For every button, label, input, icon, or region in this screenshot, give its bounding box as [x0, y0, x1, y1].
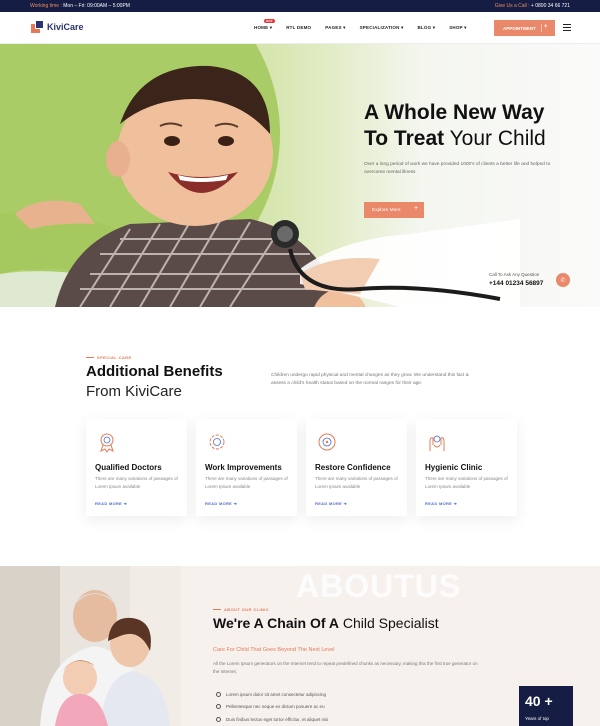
years-badge: 40 + Years of top [519, 686, 573, 726]
about-subtitle: Care For Child That Goes Beyond The Next… [213, 647, 335, 653]
plus-icon: + [544, 24, 548, 30]
site-header: KiviCare HOME ▾ HOT RTL DEMO PAGES ▾ SPE… [0, 12, 600, 44]
card-text: There are many variations of passages of… [315, 476, 398, 489]
years-number: 40 + [525, 693, 553, 709]
call-label: Give Us a Call : [494, 3, 530, 9]
benefit-card: Hygienic Clinic There are many variation… [416, 419, 517, 516]
about-kicker: ABOUT OUR CLINIC [213, 607, 269, 612]
benefits-subtitle: From KiviCare [86, 383, 182, 400]
gear-improvement-icon [209, 434, 225, 450]
bullet-icon [216, 716, 221, 722]
call-number-link[interactable]: + 0800 34 66 721 [531, 3, 570, 9]
hot-badge: HOT [264, 19, 275, 23]
card-title: Hygienic Clinic [425, 463, 483, 472]
hero-call-label: Call To Ask Any Question [489, 272, 540, 277]
working-time-value: Mon – Fri: 09:00AM – 5:00PM [63, 3, 130, 9]
top-info-bar: Working time : Mon – Fri: 09:00AM – 5:00… [0, 0, 600, 12]
hero-call-number[interactable]: +144 01234 56897 [489, 280, 543, 287]
explore-more-button[interactable]: Explore More + [364, 202, 424, 218]
doctor-badge-icon [100, 433, 114, 453]
card-title: Qualified Doctors [95, 463, 162, 472]
card-title: Work Improvements [205, 463, 282, 472]
logo[interactable]: KiviCare [31, 20, 84, 33]
card-title: Restore Confidence [315, 463, 391, 472]
years-label: Years of top [525, 716, 549, 721]
confidence-target-icon [318, 433, 336, 451]
nav-shop[interactable]: SHOP ▾ [449, 25, 466, 31]
family-photo [0, 566, 181, 726]
logo-text: KiviCare [47, 21, 84, 32]
nav-specialization[interactable]: SPECIALIZATION ▾ [360, 25, 404, 31]
hero-title: A Whole New Way To Treat Your Child [364, 101, 546, 150]
card-text: There are many variations of passages of… [205, 476, 288, 489]
about-description: All the Lorem Ipsum generators on the In… [213, 661, 478, 674]
hero-banner: A Whole New Way To Treat Your Child Over… [0, 44, 600, 307]
appointment-button[interactable]: APPOINTMENT + [494, 20, 555, 36]
working-time-label: Working time : [30, 3, 62, 9]
plus-icon: + [414, 205, 419, 212]
list-item: Lorem ipsum dolor sit amet consectetur a… [216, 688, 328, 701]
about-watermark: ABOUTUS [296, 568, 462, 604]
bullet-icon [216, 691, 221, 697]
card-text: There are many variations of passages of… [425, 476, 508, 489]
benefit-card: Restore Confidence There are many variat… [306, 419, 407, 516]
bullet-icon [216, 704, 221, 710]
nav-pages[interactable]: PAGES ▾ [325, 25, 345, 31]
hamburger-icon[interactable] [563, 24, 571, 33]
benefits-title: Additional Benefits [86, 363, 223, 380]
call-info: Give Us a Call : + 0800 34 66 721 [495, 3, 570, 9]
main-nav: HOME ▾ HOT RTL DEMO PAGES ▾ SPECIALIZATI… [254, 19, 467, 31]
about-title: We're A Chain Of A Child Specialist [213, 615, 439, 631]
about-bullet-list: Lorem ipsum dolor sit amet consectetur a… [216, 688, 328, 726]
working-time: Working time : Mon – Fri: 09:00AM – 5:00… [30, 3, 130, 9]
read-more-link[interactable]: READ MORE ➜ [95, 501, 127, 506]
read-more-link[interactable]: READ MORE ➜ [425, 501, 457, 506]
read-more-link[interactable]: READ MORE ➜ [315, 501, 347, 506]
nav-home[interactable]: HOME ▾ HOT [254, 19, 275, 31]
benefit-cards: Qualified Doctors There are many variati… [86, 419, 517, 516]
hero-description: Over a long period of work we have provi… [364, 162, 551, 175]
read-more-link[interactable]: READ MORE ➜ [205, 501, 237, 506]
logo-icon [31, 20, 44, 33]
card-text: There are many variations of passages of… [95, 476, 178, 489]
benefits-kicker: SPECIAL CARE [86, 355, 132, 360]
nav-rtl-demo[interactable]: RTL DEMO [286, 25, 311, 31]
hygienic-hands-icon [429, 435, 445, 451]
appointment-label: APPOINTMENT [503, 25, 536, 31]
explore-more-label: Explore More [372, 207, 401, 213]
list-item: Duis finibus lectus eget tortor efficitu… [216, 713, 328, 726]
benefits-description: Children undergo rapid physical and ment… [271, 373, 469, 386]
nav-blog[interactable]: BLOG ▾ [417, 25, 435, 31]
phone-icon[interactable]: ✆ [556, 273, 570, 287]
benefit-card: Qualified Doctors There are many variati… [86, 419, 187, 516]
list-item: Pellentesque nec neque ex dictum posuere… [216, 701, 328, 714]
benefit-card: Work Improvements There are many variati… [196, 419, 297, 516]
